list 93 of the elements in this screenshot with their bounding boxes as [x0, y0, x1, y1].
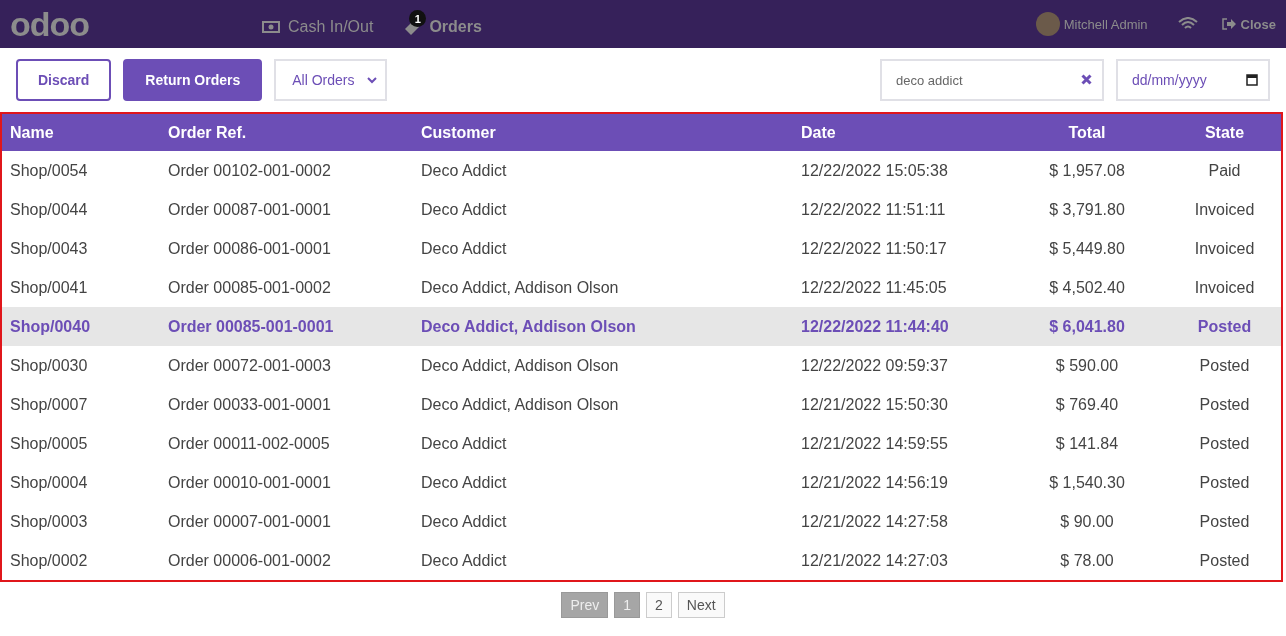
table-cell-text: Order 00033-001-0001: [167, 395, 332, 414]
table-cell-text: Shop/0040: [9, 317, 92, 336]
logo: odoo: [10, 4, 91, 44]
next-button[interactable]: Next: [677, 592, 725, 618]
table-cell-text: 12/22/2022 11:45:05: [800, 278, 948, 297]
table-cell-text: $ 5,449.80: [1048, 239, 1126, 258]
calendar-icon: [1246, 74, 1258, 86]
order-row[interactable]: Shop/0040 Order 00085-001-0001 Deco Addict, Addison Olson 12/22/2022 11:44:40 $ 6,041.80 Posted: [2, 307, 1281, 346]
clear-icon[interactable]: [1081, 74, 1092, 85]
table-cell-text: Order 00010-001-0001: [167, 473, 332, 492]
table-cell-text: Shop/0002: [9, 551, 89, 570]
table-cell-text: Order 00085-001-0001: [167, 317, 335, 336]
banknote-icon: [262, 21, 280, 33]
table-cell-text: Deco Addict: [420, 473, 508, 492]
table-cell-text: Deco Addict: [420, 551, 508, 570]
nav-tab[interactable]: Cash In/Out: [262, 8, 374, 40]
table-cell-text: 12/21/2022 14:59:55: [800, 434, 949, 453]
table-cell-text: 12/22/2022 11:44:40: [800, 317, 950, 336]
table-cell-text: Order 00006-001-0002: [167, 551, 332, 570]
table-cell-text: $ 590.00: [1054, 356, 1120, 375]
table-cell-text: Order 00011-002-0005: [167, 434, 331, 453]
table-cell-text: Shop/0005: [9, 434, 89, 453]
table-cell-text: Shop/0043: [9, 239, 89, 258]
table-cell-text: Deco Addict, Addison Olson: [420, 395, 620, 414]
table-cell-text: Shop/0044: [9, 200, 89, 219]
table-cell-text: Paid: [1207, 161, 1242, 180]
table-cell-text: Shop/0003: [9, 512, 89, 531]
column-header: Total: [1067, 123, 1107, 142]
date-field[interactable]: dd/mm/yyyy: [1116, 59, 1270, 101]
table-cell-text: Shop/0004: [9, 473, 89, 492]
table-cell-text: Invoiced: [1193, 200, 1256, 219]
table-cell-text: 12/22/2022 15:05:38: [800, 161, 949, 180]
table-cell-text: Shop/0041: [9, 278, 89, 297]
table-cell-text: Deco Addict, Addison Olson: [420, 356, 620, 375]
table-cell-text: $ 141.84: [1054, 434, 1120, 453]
column-header: Date: [800, 123, 837, 142]
column-header: Name: [9, 123, 55, 142]
table-cell-text: $ 4,502.40: [1048, 278, 1126, 297]
table-cell-text: 12/22/2022 11:50:17: [800, 239, 948, 258]
table-cell-text: $ 6,041.80: [1048, 317, 1126, 336]
table-cell-text: $ 3,791.80: [1048, 200, 1126, 219]
table-cell-text: Order 00087-001-0001: [167, 200, 332, 219]
table-cell-text: Order 00007-001-0001: [167, 512, 332, 531]
table-cell-text: Deco Addict, Addison Olson: [420, 317, 637, 336]
table-cell-text: Posted: [1196, 317, 1253, 336]
discard-button[interactable]: Discard: [16, 59, 112, 101]
table-cell-text: $ 1,540.30: [1048, 473, 1126, 492]
count-badge: 1: [409, 10, 427, 27]
table-cell-text: $ 1,957.08: [1048, 161, 1126, 180]
table-cell-text: Deco Addict: [420, 239, 508, 258]
table-cell-text: Posted: [1198, 356, 1251, 375]
table-cell-text: Deco Addict: [420, 200, 508, 219]
chevron-down-icon: [367, 76, 378, 84]
table-cell-text: Order 00102-001-0002: [167, 161, 332, 180]
search-field[interactable]: deco addict: [880, 59, 1104, 101]
table-cell-text: Posted: [1198, 551, 1251, 570]
user-name: Mitchell Admin: [1063, 16, 1148, 32]
table-cell-text: Order 00085-001-0002: [167, 278, 332, 297]
wifi-icon: [1177, 17, 1198, 31]
table-cell-text: Deco Addict: [420, 434, 508, 453]
order-filter-select[interactable]: All Orders: [274, 59, 388, 101]
avatar: [1035, 12, 1060, 36]
return-orders-button[interactable]: Return Orders: [123, 59, 263, 101]
table-cell-text: Posted: [1198, 512, 1251, 531]
table-cell-text: Deco Addict, Addison Olson: [420, 278, 620, 297]
close-button[interactable]: Close: [1221, 16, 1276, 32]
table-cell-text: $ 78.00: [1059, 551, 1115, 570]
column-header: State: [1203, 123, 1246, 142]
table-cell-text: Shop/0030: [9, 356, 89, 375]
table-cell-text: Posted: [1198, 395, 1251, 414]
table-cell-text: 12/21/2022 15:50:30: [800, 395, 949, 414]
table-cell-text: $ 769.40: [1054, 395, 1120, 414]
column-header: Customer: [420, 123, 497, 142]
table-cell-text: 12/21/2022 14:56:19: [800, 473, 949, 492]
table-cell-text: Posted: [1198, 434, 1251, 453]
nav-tab[interactable]: 1 Orders: [403, 8, 482, 40]
table-cell-text: 12/21/2022 14:27:03: [800, 551, 949, 570]
table-cell-text: 12/22/2022 11:51:11: [800, 200, 947, 219]
page-button[interactable]: 2: [646, 592, 672, 618]
table-cell-text: $ 90.00: [1059, 512, 1115, 531]
table-cell-text: Deco Addict: [420, 512, 508, 531]
column-header: Order Ref.: [167, 123, 248, 142]
table-cell-text: 12/22/2022 09:59:37: [800, 356, 949, 375]
table-cell-text: Posted: [1198, 473, 1251, 492]
table-cell-text: Invoiced: [1193, 278, 1256, 297]
table-cell-text: Invoiced: [1193, 239, 1256, 258]
table-cell-text: 12/21/2022 14:27:58: [800, 512, 949, 531]
table-cell-text: Order 00072-001-0003: [167, 356, 332, 375]
table-cell-text: Shop/0007: [9, 395, 89, 414]
table-cell-text: Shop/0054: [9, 161, 89, 180]
table-cell-text: Deco Addict: [420, 161, 508, 180]
exit-icon: [1221, 18, 1236, 30]
table-cell-text: Order 00086-001-0001: [167, 239, 332, 258]
